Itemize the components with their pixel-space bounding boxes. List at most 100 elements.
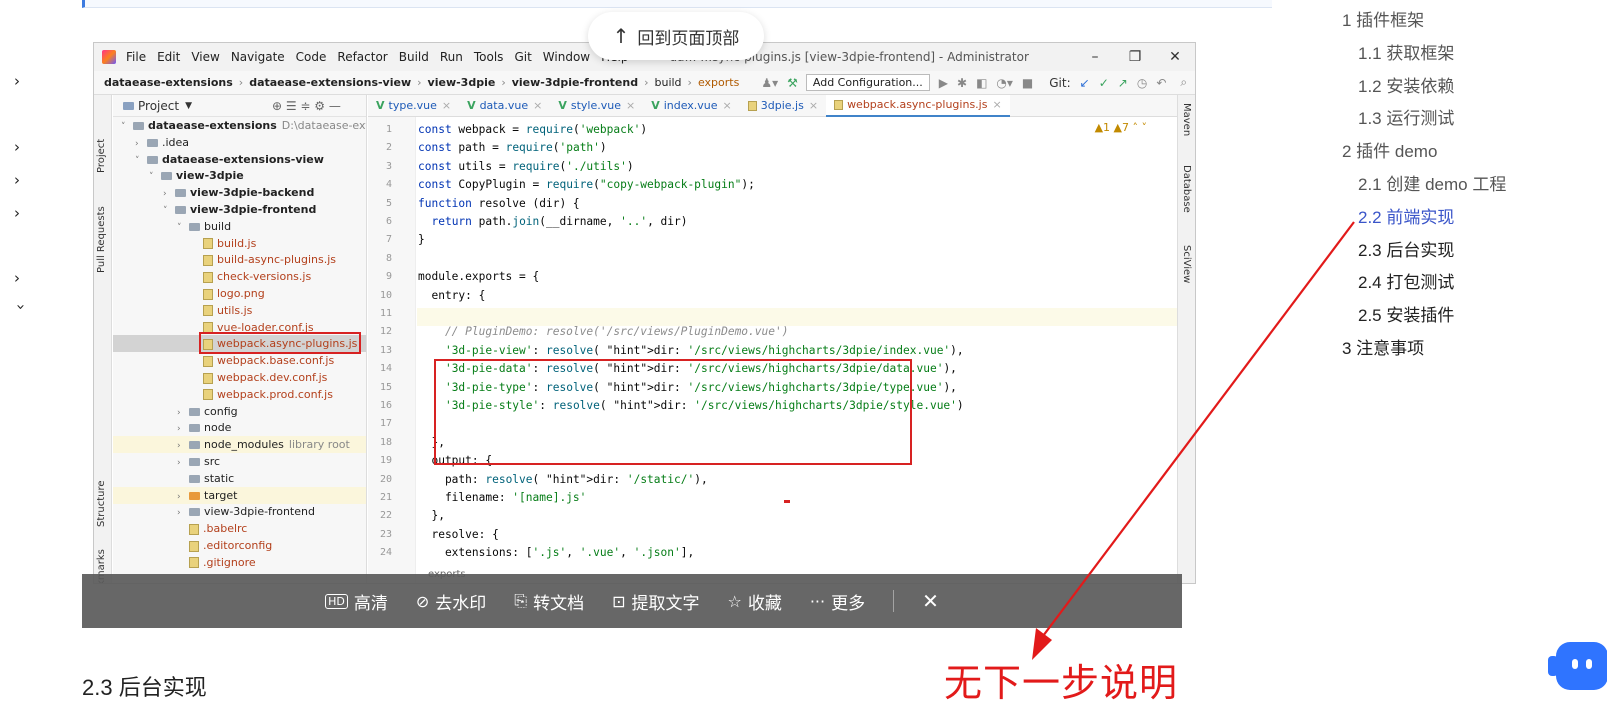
tab-close-icon: × [441, 99, 452, 112]
toc-item[interactable]: 2.5 安装插件 [1358, 301, 1454, 326]
ide-body: Project Pull Requests Structure Bookmark… [94, 94, 1195, 583]
tree-item-label: view-3dpie-frontend [190, 203, 317, 216]
remove-watermark-icon: ⊘ [415, 591, 430, 611]
toc-item[interactable]: 2.1 创建 demo 工程 [1358, 170, 1506, 195]
file-icon [189, 540, 199, 552]
tree-item-label: build.js [217, 236, 257, 250]
line-number: 21 [379, 492, 392, 503]
tab-close-icon: × [992, 98, 1002, 111]
remove-watermark-label: 去水印 [435, 593, 487, 613]
tree-row: ˅ view-3dpie-frontend [163, 201, 316, 218]
remove-watermark-button[interactable]: ⊘ 去水印 [416, 589, 486, 614]
expand-arrow-icon[interactable]: › [12, 304, 30, 318]
toc-item[interactable]: 2.3 后台实现 [1358, 236, 1454, 261]
git-update-icon: ↙ [1079, 75, 1090, 90]
collapse-arrow-icon[interactable]: › [14, 173, 28, 188]
line-number: 6 [385, 216, 392, 227]
toc-item[interactable]: 3 注意事项 [1342, 334, 1424, 359]
line-number: 1 [385, 124, 392, 135]
tree-item-label: .gitignore [203, 555, 256, 569]
article-top-strip [82, 0, 1272, 8]
tree-row: › node [177, 419, 231, 436]
tree-row: build.js [191, 235, 256, 252]
folder-icon [161, 172, 172, 181]
user-icon: ♟▾ [761, 75, 779, 90]
tree-item-label: view-3dpie-frontend [204, 505, 315, 519]
ide-menu-item: Edit [157, 50, 181, 64]
run-icon: ▶ [938, 75, 948, 90]
extract-text-label: 提取文字 [631, 593, 700, 613]
line-number: 12 [379, 326, 392, 338]
ide-breadcrumb: dataease-extensions › dataease-extensions-… [104, 76, 698, 89]
tree-row: utils.js [191, 302, 252, 319]
back-to-top-button[interactable]: ↑ 回到页面顶部 [588, 12, 764, 60]
section-heading: 2.3 后台实现 [82, 675, 207, 700]
current-line-highlight [417, 308, 1177, 326]
tree-row: › view-3dpie-frontend [177, 503, 315, 520]
git-label: Git: [1049, 75, 1071, 90]
toc-item[interactable]: 1.1 获取框架 [1358, 39, 1454, 64]
tree-row: › target [177, 487, 237, 504]
tree-row: logo.png [191, 285, 265, 302]
hd-button[interactable]: HD 高清 [325, 589, 388, 614]
sciview-tool-tab: SciView [1181, 245, 1192, 284]
line-number: 19 [379, 455, 392, 467]
git-commit-icon: ✓ [1098, 75, 1109, 90]
image-viewer-toolbar: HD 高清 ⊘ 去水印 ⎘ 转文档 ⊡ 提取文字 ☆ 收藏 ··· 更多 ✕ [82, 574, 1182, 628]
line-number: 20 [379, 473, 392, 485]
close-icon[interactable]: ✕ [922, 589, 939, 613]
toc-item[interactable]: 1.2 安装依赖 [1358, 72, 1454, 97]
line-number: 3 [385, 160, 392, 172]
collapse-arrow-icon[interactable]: › [14, 74, 28, 89]
chevron-down-icon: ˅ [177, 222, 182, 233]
toc-item[interactable]: 2.4 打包测试 [1358, 268, 1454, 293]
chat-assistant-button[interactable] [1548, 642, 1607, 704]
git-push-icon: ↗ [1117, 75, 1128, 90]
collapse-arrow-icon[interactable]: › [14, 206, 28, 221]
vue-file-icon: V [467, 99, 476, 112]
editor-tab: Vdata.vue × [459, 95, 550, 117]
tree-item-label: build [204, 219, 232, 233]
project-tool-tab: Project [96, 138, 107, 173]
tab-close-icon: × [625, 99, 636, 112]
line-number: 8 [385, 252, 392, 264]
code-line: const path = require('path') [418, 141, 607, 155]
favorite-button[interactable]: ☆ 收藏 [728, 589, 782, 614]
more-icon: ··· [809, 591, 826, 611]
more-button[interactable]: ··· 更多 [810, 589, 865, 614]
extract-text-button[interactable]: ⊡ 提取文字 [612, 589, 699, 614]
tree-row: › .idea [135, 134, 189, 151]
tab-close-icon: × [808, 99, 819, 112]
chevron-down-icon: ˅ [135, 155, 140, 166]
history-icon: ◷ [1136, 75, 1148, 90]
structure-tool-tab: Structure [96, 480, 107, 527]
tree-row: ˅ view-3dpie [149, 167, 244, 184]
ide-menu-item: Navigate [230, 50, 285, 64]
favorite-label: 收藏 [747, 593, 782, 613]
collapse-arrow-icon[interactable]: › [14, 271, 28, 286]
collapse-arrow-icon[interactable]: › [14, 140, 28, 155]
breadcrumb-item: view-3dpie [427, 76, 496, 89]
tree-row: webpack.base.conf.js [191, 352, 334, 369]
folder-icon [133, 122, 144, 130]
file-icon [203, 355, 213, 367]
tree-row: .babelrc [177, 520, 247, 537]
toc-item[interactable]: 1 插件框架 [1342, 6, 1424, 31]
project-panel-title: Project [138, 98, 180, 113]
red-dot-mark [784, 500, 790, 503]
editor-tab-label: data.vue [479, 99, 529, 112]
robot-icon [1556, 642, 1607, 690]
to-document-button[interactable]: ⎘ 转文档 [514, 589, 584, 614]
editor-tabs: Vtype.vue × Vdata.vue × Vstyle.vue × Vindex.vu… [368, 94, 1177, 117]
toc-item[interactable]: 2 插件 demo [1342, 137, 1437, 162]
toc-item[interactable]: 1.3 运行测试 [1358, 104, 1454, 129]
code-line: }, [418, 509, 445, 523]
line-number: 10 [379, 289, 392, 301]
pull-requests-tool-tab: Pull Requests [96, 206, 107, 273]
ide-menu: File Edit View Navigate Code Refactor Build Run… [126, 50, 639, 64]
hd-icon: HD [325, 593, 348, 609]
toc-item[interactable]: 2.2 前端实现 [1358, 203, 1454, 228]
code-line: module.exports = { [418, 270, 540, 284]
file-icon [203, 305, 213, 317]
tree-row: ˅ dataease-extensions-view [135, 151, 324, 168]
